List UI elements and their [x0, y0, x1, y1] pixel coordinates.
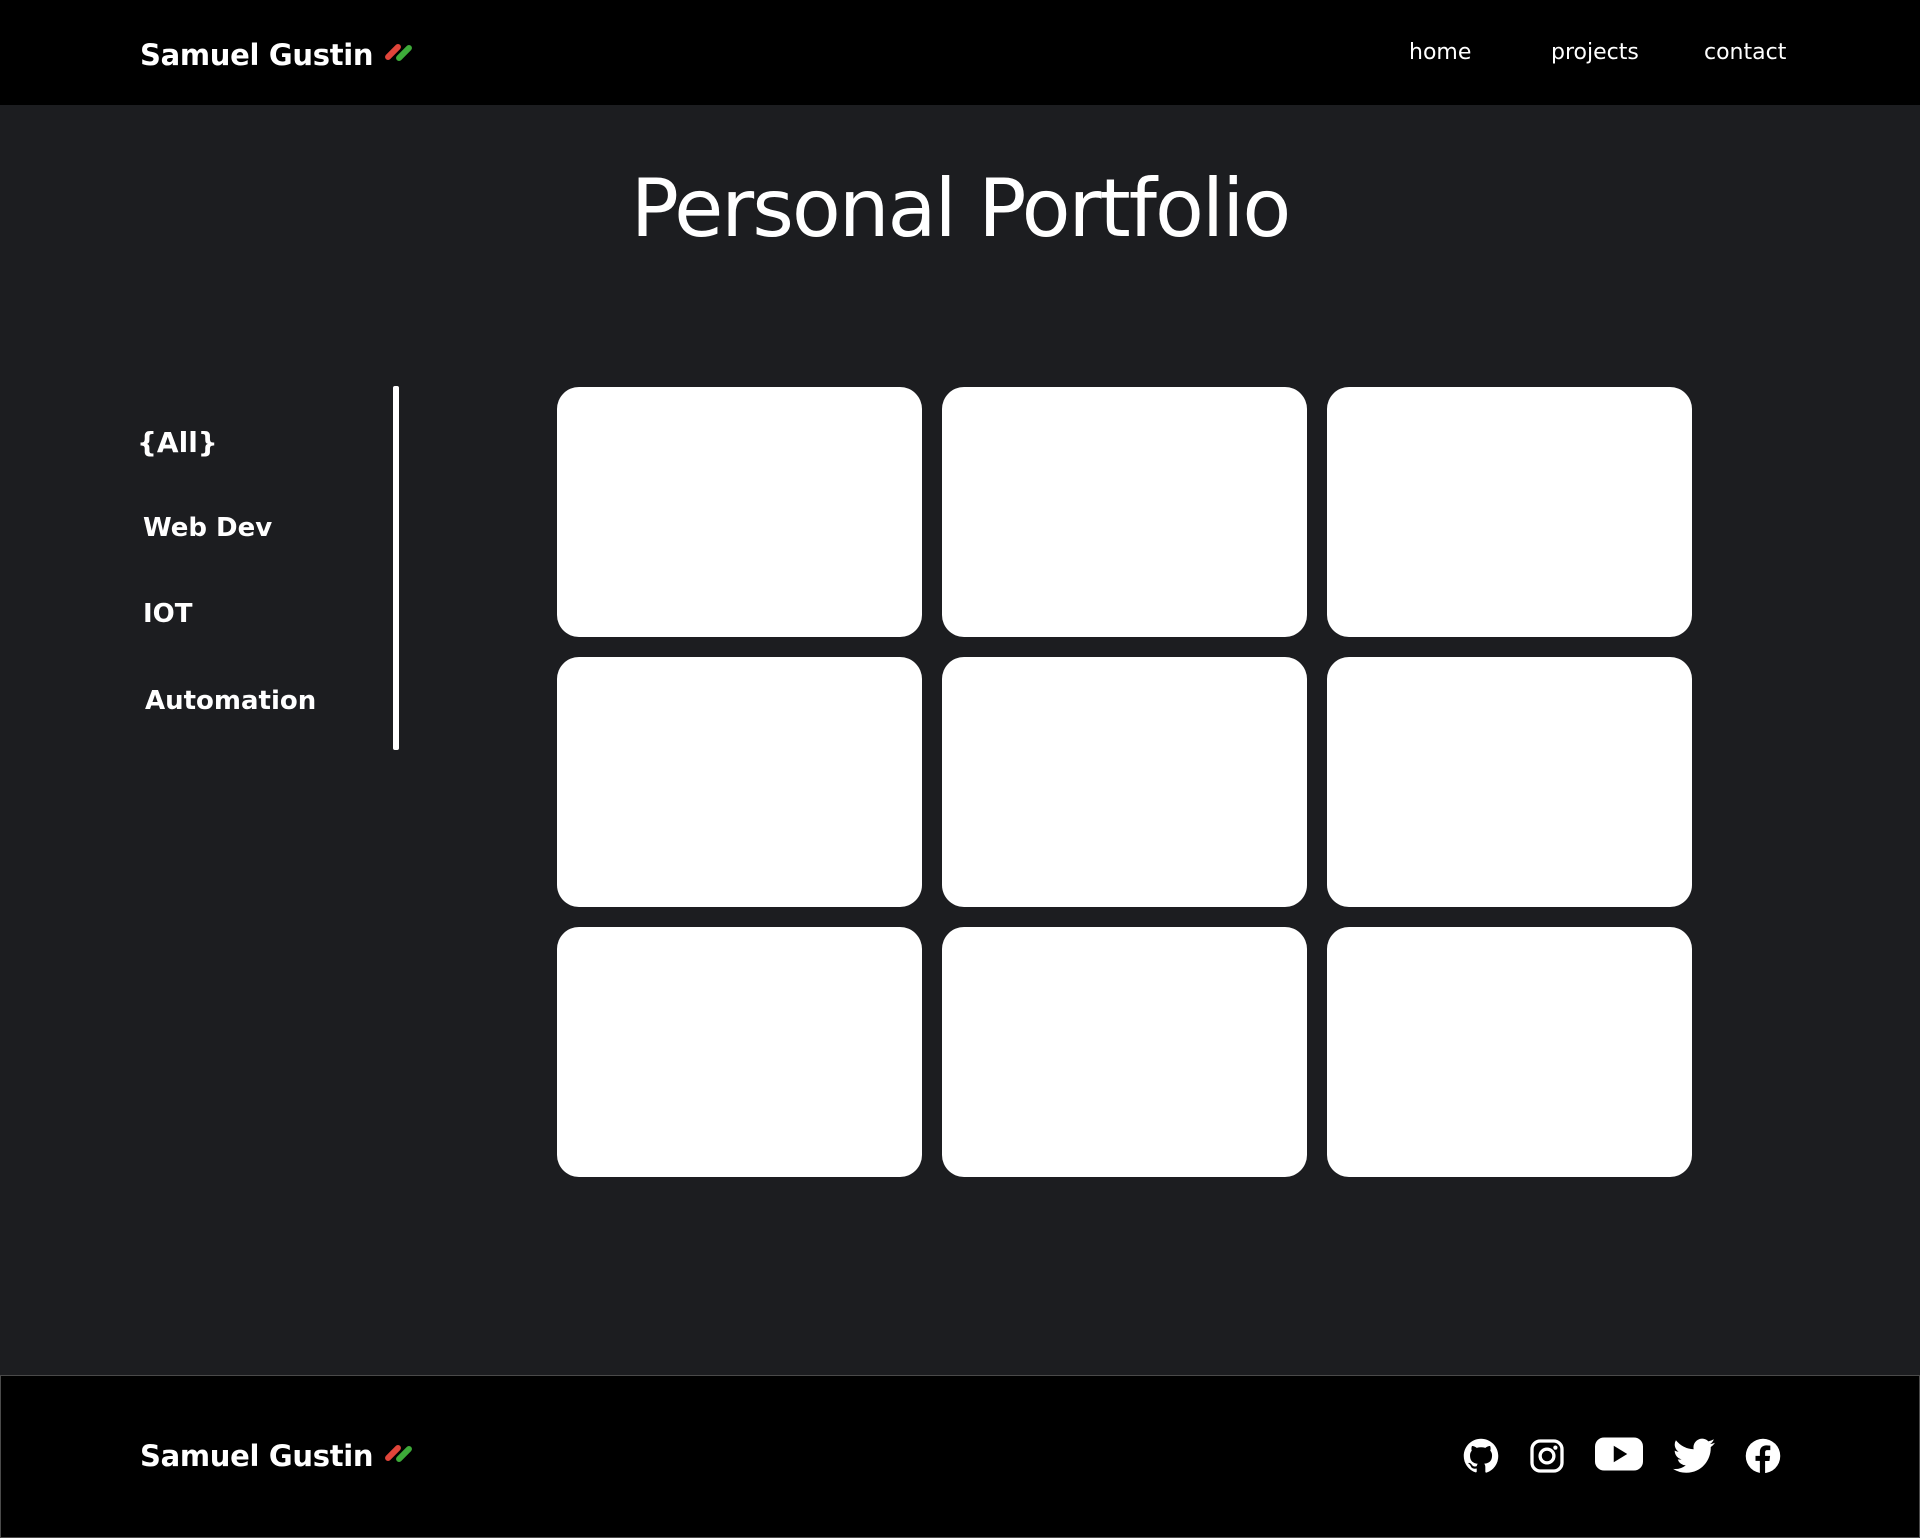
- project-grid: [557, 387, 1693, 1177]
- instagram-icon[interactable]: [1529, 1438, 1565, 1474]
- filter-iot[interactable]: IOT: [143, 599, 193, 629]
- filter-web-dev[interactable]: Web Dev: [143, 513, 272, 543]
- brand-slashes-icon: [383, 1440, 414, 1464]
- project-card[interactable]: [1327, 927, 1692, 1177]
- filter-automation[interactable]: Automation: [145, 686, 316, 716]
- nav-projects-link[interactable]: projects: [1551, 40, 1639, 65]
- twitter-icon[interactable]: [1673, 1436, 1715, 1476]
- project-card[interactable]: [1327, 387, 1692, 637]
- youtube-icon[interactable]: [1595, 1434, 1643, 1474]
- footer-brand[interactable]: Samuel Gustin: [140, 1439, 414, 1473]
- github-icon[interactable]: [1463, 1438, 1499, 1474]
- site-header: Samuel Gustin home projects contact: [0, 0, 1920, 105]
- nav-home-link[interactable]: home: [1409, 40, 1471, 65]
- filter-all[interactable]: {All}: [137, 426, 218, 459]
- project-card[interactable]: [942, 657, 1307, 907]
- project-card[interactable]: [557, 657, 922, 907]
- footer-brand-name: Samuel Gustin: [140, 1439, 374, 1473]
- project-card[interactable]: [557, 927, 922, 1177]
- nav-contact-link[interactable]: contact: [1704, 40, 1786, 65]
- brand-slashes-icon: [383, 39, 414, 63]
- brand-logo[interactable]: Samuel Gustin: [140, 38, 414, 72]
- project-card[interactable]: [1327, 657, 1692, 907]
- project-card[interactable]: [557, 387, 922, 637]
- brand-name: Samuel Gustin: [140, 38, 374, 72]
- project-card[interactable]: [942, 927, 1307, 1177]
- filter-divider: [393, 386, 399, 750]
- site-footer: Samuel Gustin: [0, 1375, 1920, 1538]
- facebook-icon[interactable]: [1745, 1438, 1781, 1474]
- page-title: Personal Portfolio: [630, 162, 1292, 255]
- project-card[interactable]: [942, 387, 1307, 637]
